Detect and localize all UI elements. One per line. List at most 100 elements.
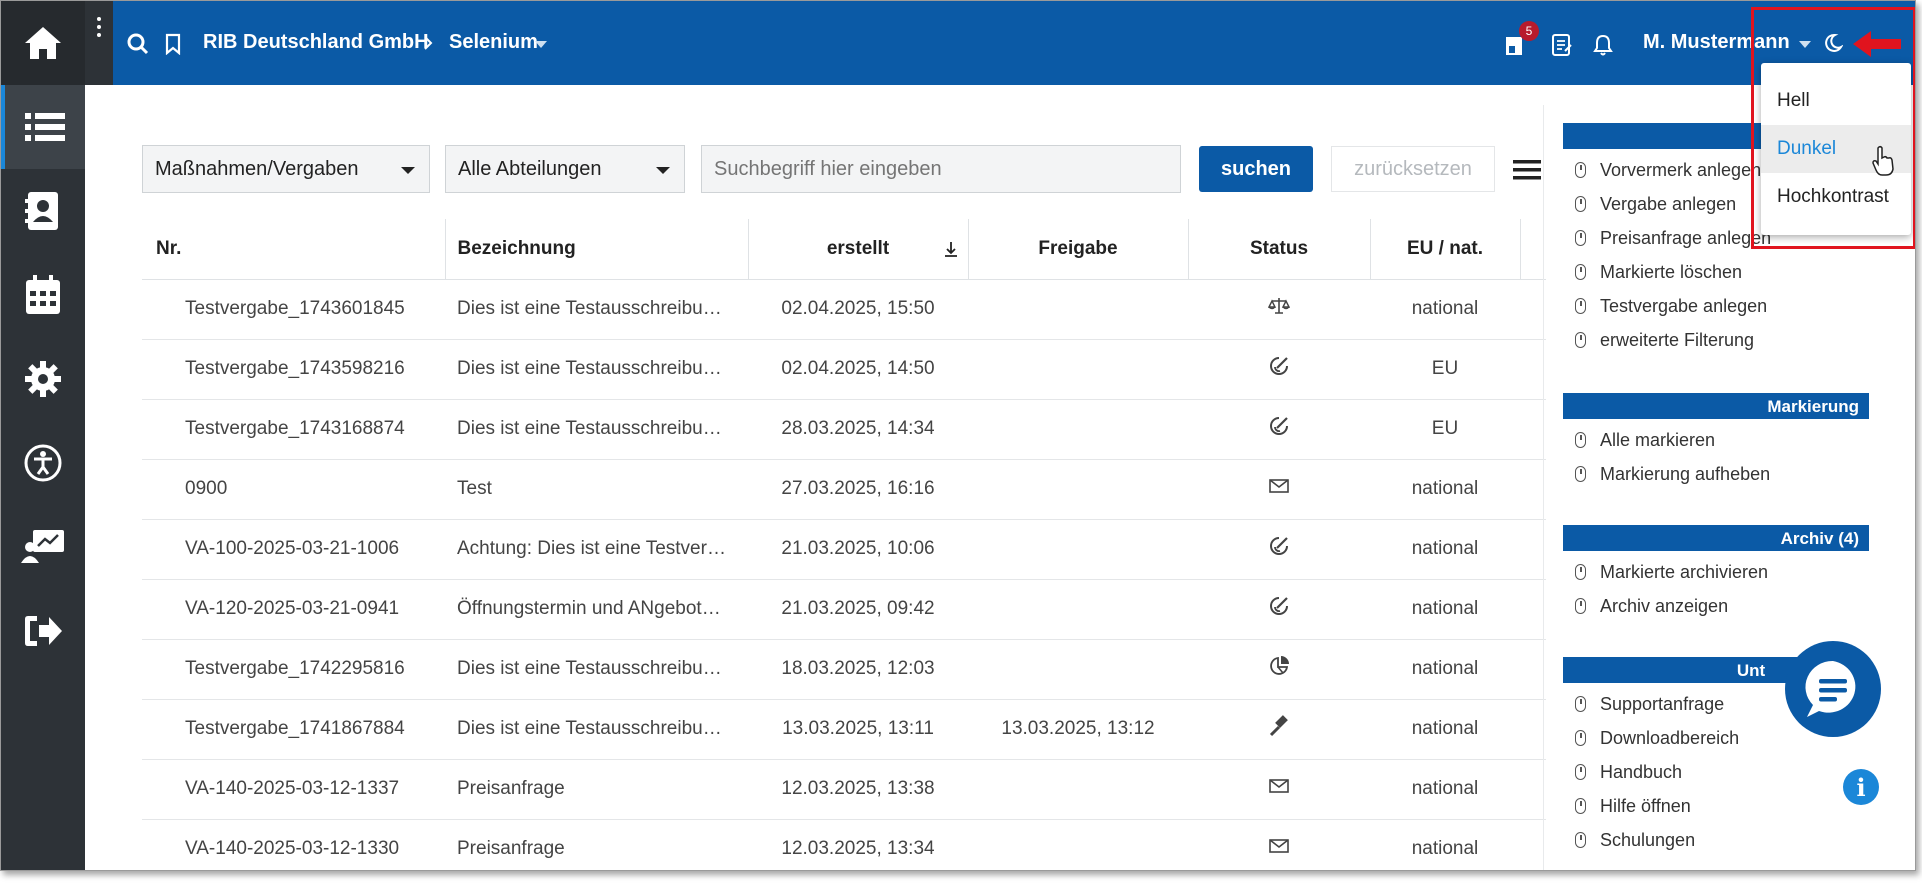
- cell-status: [1188, 339, 1370, 400]
- department-select-value: Alle Abteilungen: [458, 158, 602, 180]
- chevron-down-icon: [535, 41, 547, 48]
- mouse-icon: [1575, 466, 1586, 482]
- table-row[interactable]: VA-100-2025-03-21-1006 Achtung: Dies ist …: [142, 519, 1546, 580]
- table-row[interactable]: Testvergabe_1743168874 Dies ist eine Test…: [142, 399, 1546, 460]
- bell-icon[interactable]: [1593, 34, 1613, 56]
- bookmark-icon[interactable]: [165, 33, 181, 55]
- action-item-label: Vorvermerk anlegen: [1600, 159, 1762, 180]
- support-item-label: Downloadbereich: [1600, 727, 1740, 748]
- action-item[interactable]: Markierte löschen: [1563, 255, 1869, 289]
- panel-divider: [1543, 105, 1544, 870]
- action-item-label: Preisanfrage anlegen: [1600, 227, 1772, 248]
- chat-button[interactable]: [1785, 641, 1881, 737]
- nav-logout[interactable]: [1, 589, 85, 673]
- cell-bezeichnung: Dies ist eine Testausschreibu…: [445, 699, 748, 760]
- markierung-item-label: Alle markieren: [1600, 429, 1716, 450]
- col-nr[interactable]: Nr.: [142, 219, 446, 280]
- nav-presentation[interactable]: [1, 505, 85, 589]
- table-row[interactable]: VA-120-2025-03-21-0941 Öffnungstermin und…: [142, 579, 1546, 640]
- breadcrumb-company[interactable]: RIB Deutschland GmbH: [203, 31, 429, 54]
- gavel-icon: [1269, 715, 1288, 737]
- col-status[interactable]: Status: [1188, 219, 1371, 280]
- archiv-header: Archiv (4): [1563, 525, 1869, 551]
- table-row[interactable]: Testvergabe_1743598216 Dies ist eine Test…: [142, 339, 1546, 400]
- cell-erstellt: 28.03.2025, 14:34: [748, 399, 968, 460]
- type-select[interactable]: Maßnahmen/Vergaben: [142, 145, 430, 193]
- cell-erstellt: 21.03.2025, 10:06: [748, 519, 968, 580]
- cell-erstellt: 02.04.2025, 14:50: [748, 339, 968, 400]
- search-button[interactable]: suchen: [1199, 146, 1313, 192]
- mouse-icon: [1575, 798, 1586, 814]
- top-header: RIB Deutschland GmbH Selenium 5 M. Muste…: [113, 1, 1915, 85]
- cell-freigabe: [968, 819, 1188, 870]
- cell-eu-nat: national: [1370, 639, 1520, 700]
- archiv-item[interactable]: Markierte archivieren: [1563, 555, 1869, 589]
- support-item[interactable]: Handbuch: [1563, 755, 1869, 789]
- action-item[interactable]: erweiterte Filterung: [1563, 323, 1869, 357]
- sort-down-icon: [944, 242, 957, 257]
- col-bezeichnung[interactable]: Bezeichnung: [445, 219, 749, 280]
- cell-erstellt: 02.04.2025, 15:50: [748, 279, 968, 340]
- table-header-row: Nr. Bezeichnung erstellt Freigabe Status…: [142, 219, 1546, 280]
- kebab-menu[interactable]: [85, 1, 113, 85]
- notification-badge: 5: [1519, 21, 1539, 41]
- nav-contacts[interactable]: [1, 169, 85, 253]
- cell-bezeichnung: Öffnungstermin und ANgebot…: [445, 579, 748, 640]
- cell-erstellt: 18.03.2025, 12:03: [748, 639, 968, 700]
- cell-eu-nat: national: [1370, 579, 1520, 640]
- col-freigabe[interactable]: Freigabe: [968, 219, 1189, 280]
- nav-settings[interactable]: [1, 337, 85, 421]
- cell-bezeichnung: Preisanfrage: [445, 819, 748, 870]
- table-row[interactable]: Testvergabe_1743601845 Dies ist eine Test…: [142, 279, 1546, 340]
- nav-accessibility[interactable]: [1, 421, 85, 505]
- col-eu-nat[interactable]: EU / nat.: [1370, 219, 1521, 280]
- mouse-icon: [1575, 332, 1586, 348]
- cell-freigabe: 13.03.2025, 13:12: [968, 699, 1188, 760]
- mouse-icon: [1575, 696, 1586, 712]
- table-row[interactable]: 0900 Test 27.03.2025, 16:16 national: [142, 459, 1546, 520]
- nav-home[interactable]: [1, 1, 85, 85]
- cell-eu-nat: national: [1370, 759, 1520, 820]
- cell-eu-nat: national: [1370, 699, 1520, 760]
- tasks-icon[interactable]: [1505, 35, 1523, 57]
- envelope-icon: [1269, 479, 1289, 493]
- mouse-icon: [1575, 432, 1586, 448]
- table-row[interactable]: VA-140-2025-03-12-1337 Preisanfrage 12.03.…: [142, 759, 1546, 820]
- calendar-icon: [26, 275, 60, 314]
- support-item[interactable]: Schulungen: [1563, 823, 1869, 857]
- breadcrumb-project[interactable]: Selenium: [449, 31, 538, 54]
- cell-bezeichnung: Dies ist eine Testausschreibu…: [445, 639, 748, 700]
- markierung-list: Alle markieren Markierung aufheben: [1563, 419, 1869, 491]
- search-input[interactable]: [701, 145, 1181, 193]
- hamburger-menu-icon[interactable]: [1513, 159, 1541, 181]
- table-row[interactable]: Testvergabe_1742295816 Dies ist eine Test…: [142, 639, 1546, 700]
- info-icon[interactable]: i: [1843, 769, 1879, 805]
- cell-eu-nat: EU: [1370, 339, 1520, 400]
- markierung-item[interactable]: Alle markieren: [1563, 423, 1869, 457]
- col-erstellt[interactable]: erstellt: [748, 219, 969, 280]
- cell-freigabe: [968, 519, 1188, 580]
- address-book-icon: [25, 192, 58, 230]
- archiv-list: Markierte archivieren Archiv anzeigen: [1563, 551, 1869, 623]
- reset-button[interactable]: zurücksetzen: [1331, 146, 1495, 192]
- archiv-item[interactable]: Archiv anzeigen: [1563, 589, 1869, 623]
- table-row[interactable]: VA-140-2025-03-12-1330 Preisanfrage 12.03.…: [142, 819, 1546, 870]
- gear-icon: [25, 361, 61, 397]
- nav-list[interactable]: [1, 85, 85, 169]
- action-item[interactable]: Testvergabe anlegen: [1563, 289, 1869, 323]
- signature-icon: [1270, 417, 1288, 435]
- mouse-icon: [1575, 196, 1586, 212]
- table-row[interactable]: Testvergabe_1741867884 Dies ist eine Test…: [142, 699, 1546, 760]
- markierung-item[interactable]: Markierung aufheben: [1563, 457, 1869, 491]
- support-item[interactable]: Hilfe öffnen: [1563, 789, 1869, 823]
- department-select[interactable]: Alle Abteilungen: [445, 145, 685, 193]
- markierung-panel: Markierung Alle markieren Markierung aufh…: [1563, 393, 1869, 491]
- action-item-label: Testvergabe anlegen: [1600, 295, 1768, 316]
- nav-calendar[interactable]: [1, 253, 85, 337]
- type-select-value: Maßnahmen/Vergaben: [155, 158, 359, 180]
- action-item-label: Markierte löschen: [1600, 261, 1743, 282]
- search-icon[interactable]: [127, 33, 149, 55]
- cell-status: [1188, 639, 1370, 700]
- document-list-icon[interactable]: [1551, 33, 1573, 57]
- cell-status: [1188, 459, 1370, 520]
